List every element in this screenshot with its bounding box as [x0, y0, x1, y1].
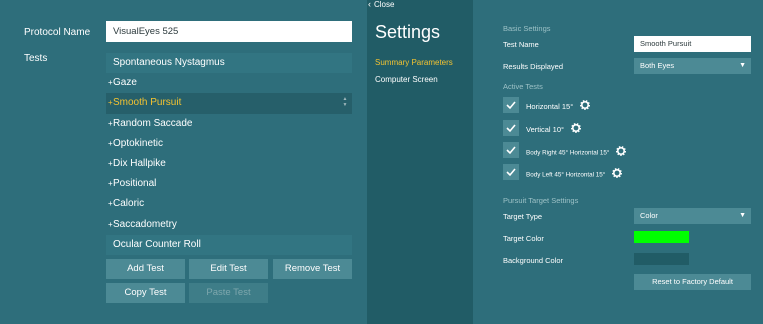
close-button[interactable]: ‹ Close — [368, 0, 394, 9]
copy-test-button[interactable]: Copy Test — [106, 283, 185, 303]
test-item-label: Positional — [113, 178, 157, 190]
test-name-input[interactable]: Smooth Pursuit — [634, 36, 751, 52]
results-displayed-value: Both Eyes — [640, 61, 675, 70]
target-color-swatch[interactable] — [634, 231, 689, 243]
results-displayed-label: Results Displayed — [503, 62, 564, 71]
up-down-arrows-icon[interactable]: ▲ ▼ — [342, 96, 348, 108]
test-item-label: Gaze — [113, 77, 137, 89]
chevron-left-icon: ‹ — [368, 0, 371, 9]
test-item-label: Caloric — [113, 198, 145, 210]
settings-title: Settings — [375, 22, 441, 42]
test-item-gaze[interactable]: +Gaze — [106, 73, 352, 93]
settings-nav-panel: ‹ Close Settings Summary Parameters Compu… — [367, 0, 473, 324]
remove-test-button[interactable]: Remove Test — [273, 259, 352, 279]
gear-icon[interactable] — [571, 122, 582, 135]
checkbox-horizontal-15[interactable] — [503, 97, 519, 113]
paste-test-button[interactable]: Paste Test — [189, 283, 268, 303]
test-item-label: Dix Hallpike — [113, 157, 166, 169]
protocol-panel: Protocol Name VisualEyes 525 Tests Spont… — [0, 0, 367, 324]
test-item-label: Ocular Counter Roll — [113, 238, 201, 250]
tests-list: Spontaneous Nystagmus +Gaze +Smooth Purs… — [106, 53, 352, 255]
test-item-label: Smooth Pursuit — [113, 97, 182, 109]
gear-icon[interactable] — [616, 145, 627, 158]
nav-computer-screen[interactable]: Computer Screen — [375, 75, 438, 84]
pursuit-target-settings-heading: Pursuit Target Settings — [503, 196, 579, 205]
test-item-label: Spontaneous Nystagmus — [113, 57, 225, 68]
background-color-label: Background Color — [503, 256, 564, 265]
active-test-label: Horizontal 15° — [526, 101, 574, 111]
basic-settings-heading: Basic Settings — [503, 24, 551, 33]
target-type-select[interactable]: Color ▼ — [634, 208, 751, 224]
active-test-label: Body Right 45° Horizontal 15° — [526, 149, 610, 157]
tests-label: Tests — [24, 53, 48, 64]
active-test-label: Vertical 10° — [526, 124, 565, 134]
test-item-ocular-counter-roll[interactable]: Ocular Counter Roll — [106, 234, 352, 255]
checkmark-icon — [506, 146, 516, 155]
target-type-value: Color — [640, 211, 658, 220]
test-item-positional[interactable]: +Positional — [106, 174, 352, 194]
active-test-body-left-45: Body Left 45° Horizontal 15° — [526, 167, 623, 181]
checkmark-icon — [506, 124, 516, 133]
checkmark-icon — [506, 168, 516, 177]
reset-factory-default-button[interactable]: Reset to Factory Default — [634, 274, 751, 290]
target-type-label: Target Type — [503, 212, 543, 221]
test-item-optokinetic[interactable]: +Optokinetic — [106, 134, 352, 154]
test-name-label: Test Name — [503, 40, 539, 49]
settings-detail-panel: Basic Settings Test Name Smooth Pursuit … — [473, 0, 763, 324]
active-tests-heading: Active Tests — [503, 82, 543, 91]
test-item-spontaneous-nystagmus[interactable]: Spontaneous Nystagmus — [106, 53, 352, 74]
checkbox-vertical-10[interactable] — [503, 120, 519, 136]
test-item-label: Saccadometry — [113, 218, 177, 230]
test-item-saccadometry[interactable]: +Saccadometry — [106, 215, 352, 235]
background-color-swatch[interactable] — [634, 253, 689, 265]
target-color-label: Target Color — [503, 234, 544, 243]
test-item-label: Random Saccade — [113, 117, 193, 129]
checkbox-body-right-45[interactable] — [503, 142, 519, 158]
gear-icon[interactable] — [580, 99, 591, 112]
checkbox-body-left-45[interactable] — [503, 164, 519, 180]
triangle-down-icon: ▼ — [739, 62, 746, 69]
add-test-button[interactable]: Add Test — [106, 259, 185, 279]
gear-icon[interactable] — [611, 167, 623, 180]
test-item-dix-hallpike[interactable]: +Dix Hallpike — [106, 154, 352, 174]
close-label: Close — [374, 0, 395, 9]
active-test-label: Body Left 45° Horizontal 15° — [526, 171, 606, 179]
test-item-random-saccade[interactable]: +Random Saccade — [106, 114, 352, 134]
test-item-label: Optokinetic — [113, 137, 164, 149]
nav-summary-parameters[interactable]: Summary Parameters — [375, 58, 453, 67]
checkmark-icon — [506, 101, 516, 110]
edit-test-button[interactable]: Edit Test — [189, 259, 268, 279]
triangle-down-icon: ▼ — [739, 212, 746, 219]
active-test-vertical-10: Vertical 10° — [526, 122, 582, 136]
test-item-smooth-pursuit[interactable]: +Smooth Pursuit ▲ ▼ — [106, 93, 352, 114]
active-test-body-right-45: Body Right 45° Horizontal 15° — [526, 145, 627, 159]
results-displayed-select[interactable]: Both Eyes ▼ — [634, 58, 751, 74]
test-item-caloric[interactable]: +Caloric — [106, 194, 352, 214]
active-test-horizontal-15: Horizontal 15° — [526, 99, 591, 113]
protocol-name-label: Protocol Name — [24, 27, 91, 38]
protocol-name-input[interactable]: VisualEyes 525 — [106, 21, 352, 42]
